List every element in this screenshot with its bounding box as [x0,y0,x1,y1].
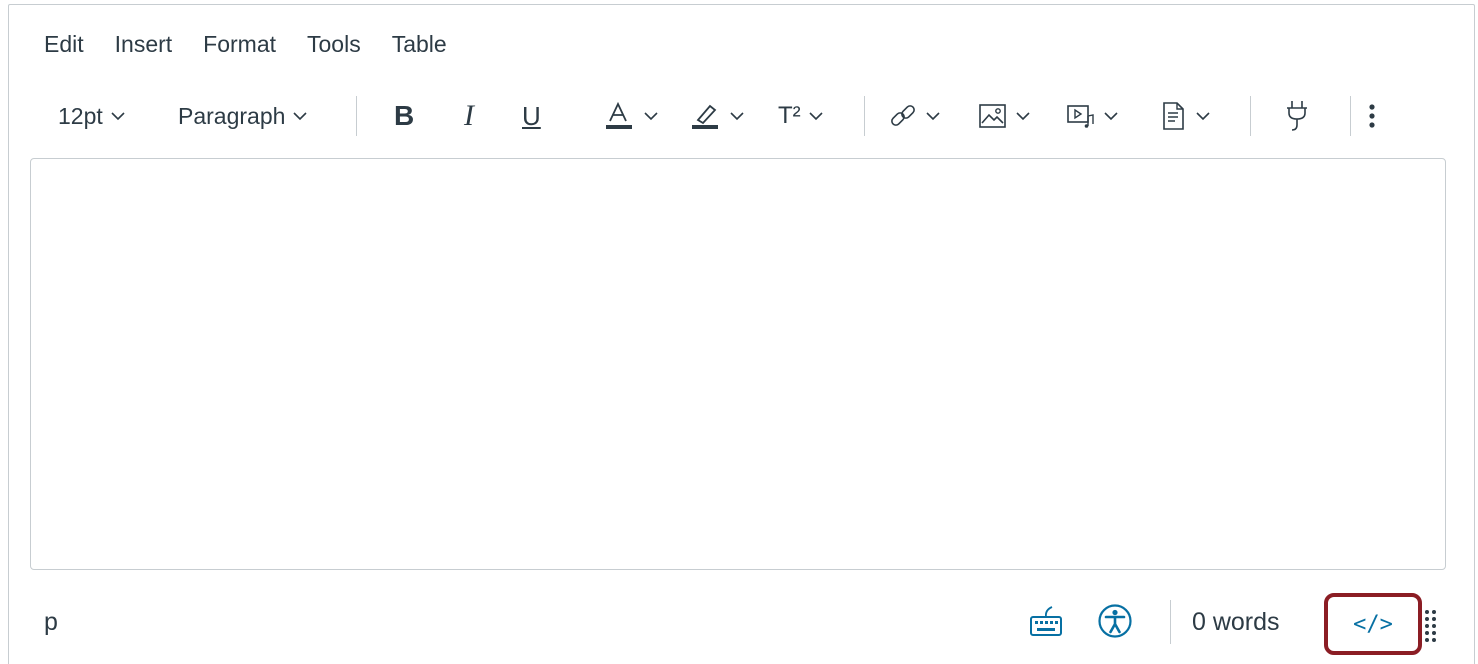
toolbar-divider [356,96,357,136]
bold-button[interactable]: B [394,94,414,138]
code-icon: </> [1353,611,1393,637]
superscript-button[interactable]: T² [778,94,823,138]
chevron-down-icon [926,111,940,120]
plug-icon [1287,101,1307,131]
menubar: Edit Insert Format Tools Table [44,26,478,62]
accessibility-checker-button[interactable] [1097,603,1133,644]
chevron-down-icon [1104,111,1118,120]
toolbar: 12pt Paragraph B I U T² [44,94,1434,138]
more-options-button[interactable] [1368,94,1376,138]
keyboard-icon [1030,606,1062,636]
image-button[interactable] [978,94,1030,138]
statusbar-divider [1170,600,1171,644]
font-size-dropdown[interactable]: 12pt [58,94,125,138]
toolbar-divider [1350,96,1351,136]
superscript-icon: T² [778,102,801,129]
text-color-button[interactable] [604,94,658,138]
menu-edit[interactable]: Edit [44,31,84,58]
more-vertical-icon [1369,104,1375,128]
media-button[interactable] [1066,94,1118,138]
highlighter-icon [692,104,718,129]
word-count[interactable]: 0 words [1192,608,1280,637]
chevron-down-icon [644,111,658,120]
block-format-dropdown[interactable]: Paragraph [178,94,307,138]
accessibility-icon [1098,604,1132,638]
bold-icon: B [394,100,415,131]
menu-format[interactable]: Format [203,31,276,58]
drag-handle-icon [1425,610,1436,642]
document-icon [1163,102,1184,130]
link-icon [891,105,915,126]
chevron-down-icon [1196,111,1210,120]
apps-plugin-button[interactable] [1284,94,1310,138]
text-color-icon [606,101,632,129]
menu-insert[interactable]: Insert [115,31,173,58]
block-format-value: Paragraph [178,102,286,129]
chevron-down-icon [293,111,307,120]
link-button[interactable] [888,94,940,138]
document-button[interactable] [1160,94,1210,138]
media-icon [1067,105,1094,128]
editor-content-area[interactable] [30,158,1446,570]
highlight-color-button[interactable] [690,94,744,138]
chevron-down-icon [730,111,744,120]
html-editor-toggle-button[interactable]: </> [1324,593,1422,655]
toolbar-divider [1250,96,1251,136]
chevron-down-icon [1016,111,1030,120]
keyboard-shortcuts-button[interactable] [1028,603,1064,644]
image-icon [979,104,1006,128]
italic-button[interactable]: I [464,94,474,138]
underline-button[interactable]: U [522,94,541,138]
menu-tools[interactable]: Tools [307,31,361,58]
italic-icon: I [464,99,474,132]
toolbar-divider [864,96,865,136]
underline-icon: U [522,100,541,131]
resize-handle[interactable] [1424,609,1438,648]
font-size-value: 12pt [58,102,103,129]
chevron-down-icon [111,111,125,120]
chevron-down-icon [809,111,823,120]
element-path[interactable]: p [44,608,58,637]
menu-table[interactable]: Table [392,31,447,58]
